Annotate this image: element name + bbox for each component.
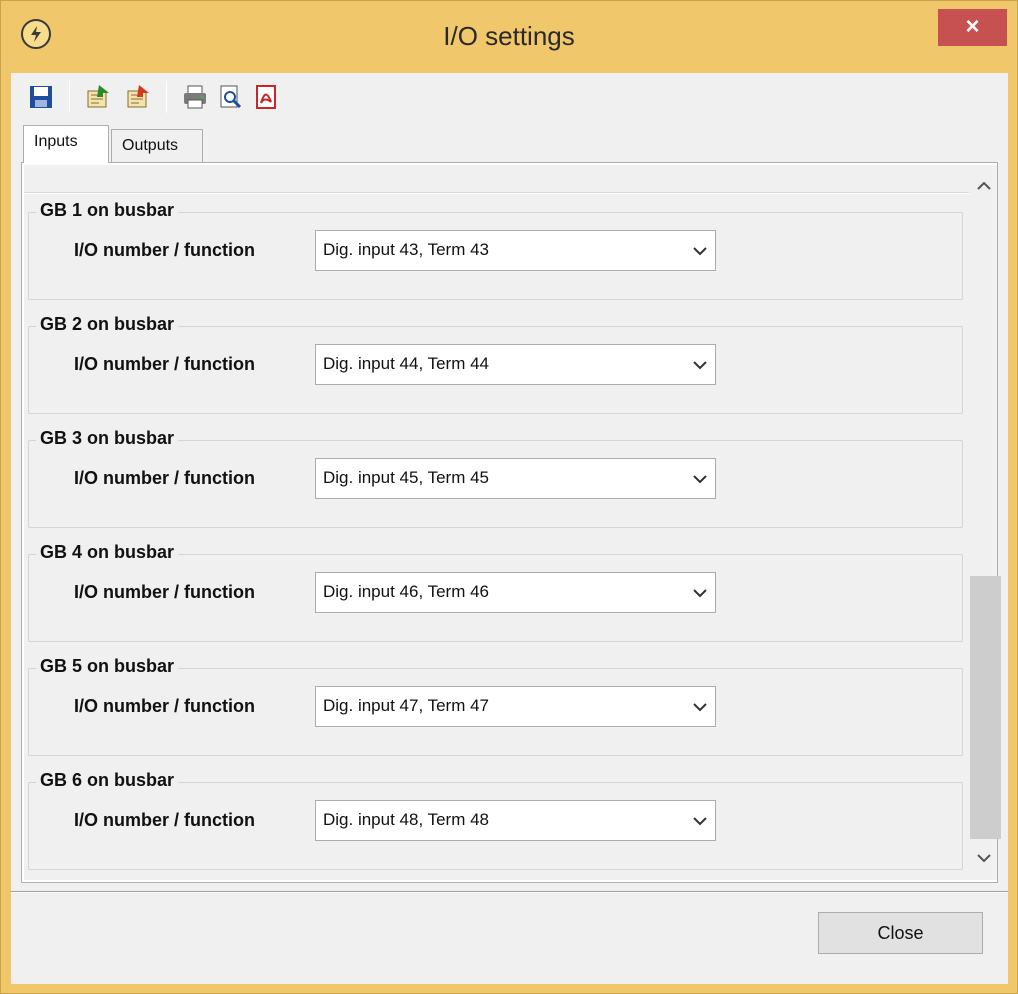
group-title: GB 1 on busbar <box>36 200 179 221</box>
io-function-dropdown[interactable]: Dig. input 47, Term 47 <box>315 686 716 727</box>
io-function-dropdown[interactable]: Dig. input 48, Term 48 <box>315 800 716 841</box>
tab-panel-inputs: GB 1 on busbar I/O number / function Dig… <box>21 162 1001 883</box>
chevron-down-icon <box>693 817 707 826</box>
group-title: GB 5 on busbar <box>36 656 179 677</box>
tab-inputs[interactable]: Inputs <box>23 125 109 163</box>
window-close-button[interactable]: × <box>938 9 1007 46</box>
save-icon[interactable] <box>25 81 57 113</box>
dropdown-value: Dig. input 44, Term 44 <box>323 354 489 373</box>
chevron-down-icon <box>693 703 707 712</box>
print-preview-icon[interactable] <box>215 81 247 113</box>
group-title: GB 2 on busbar <box>36 314 179 335</box>
io-function-dropdown[interactable]: Dig. input 45, Term 45 <box>315 458 716 499</box>
read-from-device-icon[interactable] <box>83 81 115 113</box>
window-title: I/O settings <box>443 21 575 51</box>
field-label: I/O number / function <box>74 354 255 374</box>
field-label: I/O number / function <box>74 582 255 602</box>
scroll-up-arrow-icon[interactable] <box>977 181 991 191</box>
vertical-scrollbar[interactable] <box>969 165 1001 880</box>
group-gb4: GB 4 on busbar I/O number / function Dig… <box>28 542 963 642</box>
scrollbar-thumb[interactable] <box>970 576 1001 839</box>
field-label: I/O number / function <box>74 696 255 716</box>
dropdown-value: Dig. input 45, Term 45 <box>323 468 489 487</box>
group-gb5: GB 5 on busbar I/O number / function Dig… <box>28 656 963 756</box>
chevron-down-icon <box>693 361 707 370</box>
divider <box>24 192 969 194</box>
footer-divider <box>11 891 1008 893</box>
group-gb1: GB 1 on busbar I/O number / function Dig… <box>28 200 963 300</box>
dropdown-value: Dig. input 46, Term 46 <box>323 582 489 601</box>
toolbar-separator <box>69 81 70 113</box>
write-to-device-icon[interactable] <box>123 81 155 113</box>
dropdown-value: Dig. input 43, Term 43 <box>323 240 489 259</box>
group-title: GB 3 on busbar <box>36 428 179 449</box>
title-bar[interactable]: I/O settings × <box>1 1 1017 73</box>
group-title: GB 4 on busbar <box>36 542 179 563</box>
dialog-client-area: Inputs Outputs GB 1 on busbar I/O number… <box>11 73 1008 984</box>
export-pdf-icon[interactable] <box>251 81 283 113</box>
group-gb2: GB 2 on busbar I/O number / function Dig… <box>28 314 963 414</box>
group-gb3: GB 3 on busbar I/O number / function Dig… <box>28 428 963 528</box>
dropdown-value: Dig. input 47, Term 47 <box>323 696 489 715</box>
toolbar-separator <box>166 81 167 113</box>
scroll-content[interactable]: GB 1 on busbar I/O number / function Dig… <box>24 165 969 880</box>
chevron-down-icon <box>693 589 707 598</box>
group-gb6: GB 6 on busbar I/O number / function Dig… <box>28 770 963 870</box>
tab-outputs[interactable]: Outputs <box>111 129 203 163</box>
toolbar <box>11 73 1008 121</box>
close-button[interactable]: Close <box>818 912 983 954</box>
io-function-dropdown[interactable]: Dig. input 43, Term 43 <box>315 230 716 271</box>
chevron-down-icon <box>693 475 707 484</box>
field-label: I/O number / function <box>74 468 255 488</box>
field-label: I/O number / function <box>74 240 255 260</box>
field-label: I/O number / function <box>74 810 255 830</box>
io-function-dropdown[interactable]: Dig. input 44, Term 44 <box>315 344 716 385</box>
dropdown-value: Dig. input 48, Term 48 <box>323 810 489 829</box>
chevron-down-icon <box>693 247 707 256</box>
dialog-window: I/O settings × Inputs Outputs GB 1 on bu… <box>0 0 1018 994</box>
print-icon[interactable] <box>179 81 211 113</box>
io-function-dropdown[interactable]: Dig. input 46, Term 46 <box>315 572 716 613</box>
scroll-down-arrow-icon[interactable] <box>977 853 991 863</box>
group-title: GB 6 on busbar <box>36 770 179 791</box>
